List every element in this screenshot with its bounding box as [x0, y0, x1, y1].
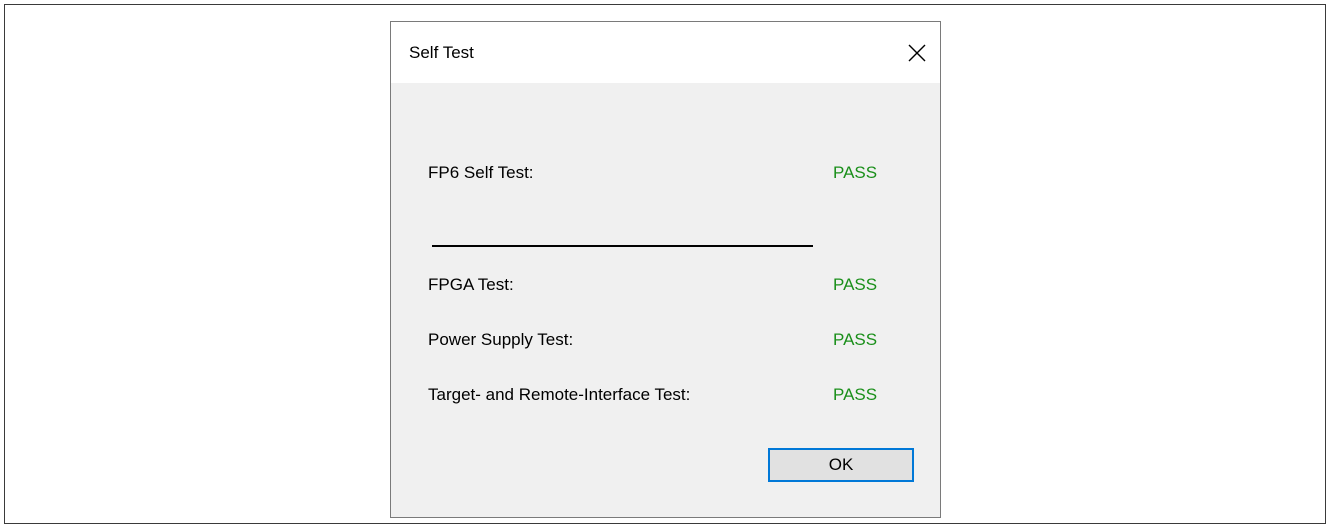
target-remote-interface-test-label: Target- and Remote-Interface Test: [428, 385, 691, 404]
close-icon [908, 44, 926, 61]
fpga-test-label: FPGA Test: [428, 275, 514, 294]
close-button[interactable] [894, 22, 940, 83]
target-remote-interface-test-status: PASS [833, 385, 878, 404]
fp6-self-test-status: PASS [833, 163, 878, 182]
power-supply-test-label: Power Supply Test: [428, 330, 574, 349]
separator-line [432, 245, 813, 247]
ok-button[interactable]: OK [768, 448, 914, 482]
dialog-titlebar: Self Test [391, 22, 940, 83]
fpga-test-status: PASS [833, 275, 878, 294]
fp6-self-test-label: FP6 Self Test: [428, 163, 534, 182]
self-test-dialog: Self Test FP6 Self Test: PASS FPGA Test:… [390, 21, 941, 518]
dialog-title: Self Test [409, 43, 474, 62]
power-supply-test-status: PASS [833, 330, 878, 349]
ok-button-label: OK [828, 455, 854, 474]
